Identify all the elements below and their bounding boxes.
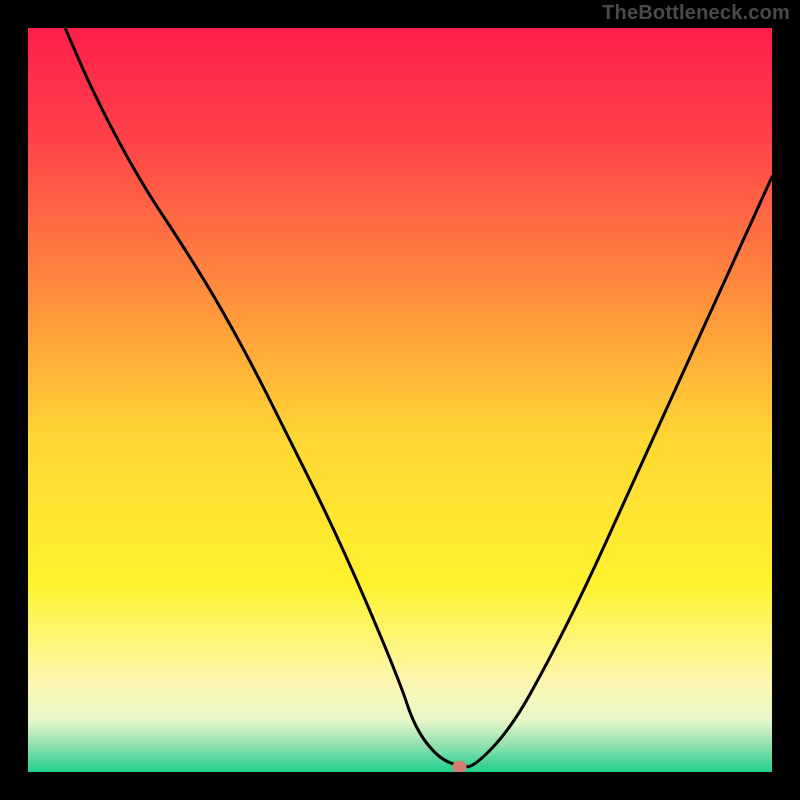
plot-area	[28, 28, 772, 772]
chart-frame: TheBottleneck.com	[0, 0, 800, 800]
gradient-background	[28, 28, 772, 772]
attribution-text: TheBottleneck.com	[602, 2, 790, 25]
chart-svg	[28, 28, 772, 772]
